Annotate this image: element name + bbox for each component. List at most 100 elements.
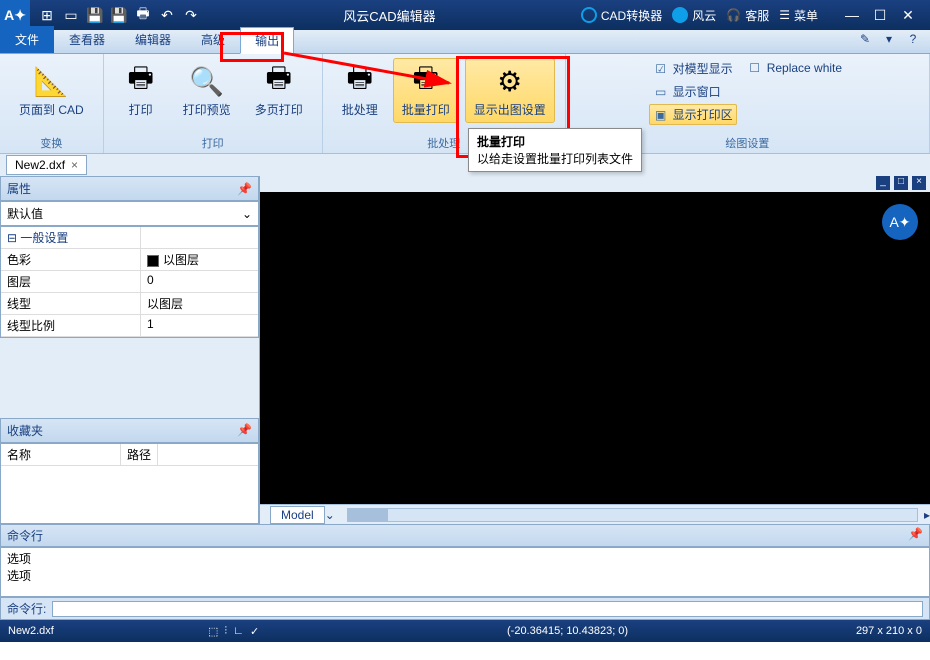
cad-converter-button[interactable]: CAD转换器 bbox=[581, 7, 662, 24]
app-title: 风云CAD编辑器 bbox=[208, 6, 571, 25]
command-input-row: 命令行: bbox=[0, 597, 930, 620]
status-icon-2[interactable]: ⫶ bbox=[224, 625, 227, 638]
status-icon-4[interactable]: ✓ bbox=[250, 625, 259, 638]
pin-icon[interactable]: 📌 bbox=[237, 182, 252, 196]
headset-icon: 🎧 bbox=[726, 8, 741, 22]
titlebar-right: CAD转换器 风云 🎧客服 ☰菜单 — ☐ ✕ bbox=[571, 7, 930, 24]
menu-button[interactable]: ☰菜单 bbox=[779, 7, 818, 24]
prop-group-general[interactable]: 一般设置 bbox=[1, 227, 141, 248]
document-tab[interactable]: New2.dxf × bbox=[6, 155, 87, 175]
page-to-cad-button[interactable]: 📐 页面到 CAD bbox=[10, 58, 93, 123]
status-icon-3[interactable]: ∟ bbox=[233, 625, 244, 638]
fengyun-icon bbox=[672, 7, 688, 23]
open-icon[interactable]: ▭ bbox=[60, 4, 82, 26]
prop-row-color[interactable]: 色彩以图层 bbox=[1, 249, 258, 271]
print-icon: 🖶 bbox=[123, 63, 159, 99]
horizontal-scrollbar[interactable] bbox=[347, 508, 918, 522]
model-row: Model ⌄ ▸ bbox=[260, 504, 930, 524]
prop-row-layer[interactable]: 图层0 bbox=[1, 271, 258, 293]
multi-print-button[interactable]: 🖶 多页打印 bbox=[246, 58, 312, 123]
canvas-close-icon[interactable]: × bbox=[912, 176, 926, 190]
statusbar: New2.dxf ⬚ ⫶ ∟ ✓ (-20.36415; 10.43823; 0… bbox=[0, 620, 930, 642]
layout-dropdown-icon[interactable]: ⌄ bbox=[325, 508, 335, 522]
favorites-header[interactable]: 收藏夹 📌 bbox=[0, 418, 259, 443]
page-to-cad-icon: 📐 bbox=[33, 63, 69, 99]
main-area: 属性 📌 默认值 ⌄ 一般设置 色彩以图层 图层0 线型以图层 线型比例1 收藏… bbox=[0, 176, 930, 524]
tooltip-batch-print: 批量打印 以给走设置批量打印列表文件 bbox=[468, 128, 642, 172]
fav-col-path[interactable]: 路径 bbox=[121, 444, 158, 465]
minimize-button[interactable]: — bbox=[840, 7, 864, 24]
plot-settings-icon: ⚙ bbox=[492, 63, 528, 99]
command-prompt-label: 命令行: bbox=[7, 600, 46, 617]
collapse-ribbon-icon[interactable]: ▾ bbox=[880, 32, 898, 50]
status-filename: New2.dxf bbox=[8, 625, 208, 637]
status-dimensions: 297 x 210 x 0 bbox=[856, 625, 922, 637]
favorites-body: 名称 路径 bbox=[0, 443, 259, 525]
tab-editor[interactable]: 编辑器 bbox=[120, 26, 186, 53]
print-qat-icon[interactable]: 🖶 bbox=[132, 4, 154, 26]
batch-icon: 🖶 bbox=[342, 63, 378, 99]
ribbon-group-print: 🖶 打印 🔍 打印预览 🖶 多页打印 打印 bbox=[104, 54, 323, 153]
menu-icon: ☰ bbox=[779, 8, 790, 22]
fav-col-name[interactable]: 名称 bbox=[1, 444, 121, 465]
command-history: 选项 选项 bbox=[0, 547, 930, 597]
command-header[interactable]: 命令行 📌 bbox=[0, 524, 930, 547]
chevron-down-icon: ⌄ bbox=[242, 207, 252, 221]
command-input[interactable] bbox=[52, 601, 923, 617]
canvas-area: _ □ × A✦ Model ⌄ ▸ bbox=[260, 176, 930, 524]
prop-row-ltscale[interactable]: 线型比例1 bbox=[1, 315, 258, 337]
display-print-area-button[interactable]: ▣显示打印区 bbox=[649, 104, 737, 125]
properties-header[interactable]: 属性 📌 bbox=[0, 176, 259, 201]
converter-icon bbox=[581, 7, 597, 23]
maximize-button[interactable]: ☐ bbox=[868, 7, 892, 24]
scrollbar-thumb[interactable] bbox=[348, 509, 388, 521]
document-tab-row: New2.dxf × bbox=[0, 154, 930, 176]
canvas-min-icon[interactable]: _ bbox=[876, 176, 890, 190]
close-doc-icon[interactable]: × bbox=[71, 158, 78, 172]
undo-icon[interactable]: ↶ bbox=[156, 4, 178, 26]
left-panel: 属性 📌 默认值 ⌄ 一般设置 色彩以图层 图层0 线型以图层 线型比例1 收藏… bbox=[0, 176, 260, 524]
replace-white-checkbox[interactable]: ☐Replace white bbox=[743, 58, 846, 78]
saveall-icon[interactable]: 💾 bbox=[108, 4, 130, 26]
properties-default-selector[interactable]: 默认值 ⌄ bbox=[0, 201, 259, 226]
ribbon-group-convert: 📐 页面到 CAD 变换 bbox=[0, 54, 104, 153]
batch-button[interactable]: 🖶 批处理 bbox=[333, 58, 387, 123]
multi-print-icon: 🖶 bbox=[261, 63, 297, 99]
model-tab[interactable]: Model bbox=[270, 506, 325, 524]
window-icon: ▭ bbox=[653, 84, 669, 100]
prop-row-linetype[interactable]: 线型以图层 bbox=[1, 293, 258, 315]
print-button[interactable]: 🖶 打印 bbox=[114, 58, 168, 123]
status-icon-1[interactable]: ⬚ bbox=[208, 625, 218, 638]
ribbon-tabs: 文件 查看器 编辑器 高级 输出 ✎ ▾ ? bbox=[0, 30, 930, 54]
plot-settings-button[interactable]: ⚙ 显示出图设置 bbox=[465, 58, 555, 123]
checkbox-icon: ☐ bbox=[747, 60, 763, 76]
batch-print-icon: 🖶 bbox=[408, 63, 444, 99]
tab-output[interactable]: 输出 bbox=[240, 27, 294, 54]
canvas-max-icon[interactable]: □ bbox=[894, 176, 908, 190]
drawing-canvas[interactable]: A✦ bbox=[260, 192, 930, 504]
fengyun-button[interactable]: 风云 bbox=[672, 7, 716, 24]
tab-viewer[interactable]: 查看器 bbox=[54, 26, 120, 53]
redo-icon[interactable]: ↷ bbox=[180, 4, 202, 26]
print-preview-icon: 🔍 bbox=[189, 63, 225, 99]
save-icon[interactable]: 💾 bbox=[84, 4, 106, 26]
print-area-icon: ▣ bbox=[653, 107, 669, 123]
edit-toolbar-icon[interactable]: ✎ bbox=[856, 32, 874, 50]
batch-print-button[interactable]: 🖶 批量打印 bbox=[393, 58, 459, 123]
status-coords: (-20.36415; 10.43823; 0) bbox=[279, 625, 856, 637]
close-button[interactable]: ✕ bbox=[896, 7, 920, 24]
scroll-right-icon[interactable]: ▸ bbox=[924, 508, 930, 522]
pin-icon[interactable]: 📌 bbox=[237, 423, 252, 437]
display-window-button[interactable]: ▭显示窗口 bbox=[649, 81, 737, 102]
canvas-badge-icon[interactable]: A✦ bbox=[882, 204, 918, 240]
help-icon[interactable]: ? bbox=[904, 32, 922, 50]
new-icon[interactable]: ⊞ bbox=[36, 4, 58, 26]
tab-file[interactable]: 文件 bbox=[0, 26, 54, 53]
print-preview-button[interactable]: 🔍 打印预览 bbox=[174, 58, 240, 123]
model-display-checkbox[interactable]: ☑对模型显示 bbox=[649, 58, 737, 79]
support-button[interactable]: 🎧客服 bbox=[726, 7, 769, 24]
tab-advanced[interactable]: 高级 bbox=[186, 26, 240, 53]
properties-grid: 一般设置 色彩以图层 图层0 线型以图层 线型比例1 bbox=[0, 226, 259, 338]
color-swatch-icon bbox=[147, 255, 159, 267]
pin-icon[interactable]: 📌 bbox=[908, 527, 923, 544]
